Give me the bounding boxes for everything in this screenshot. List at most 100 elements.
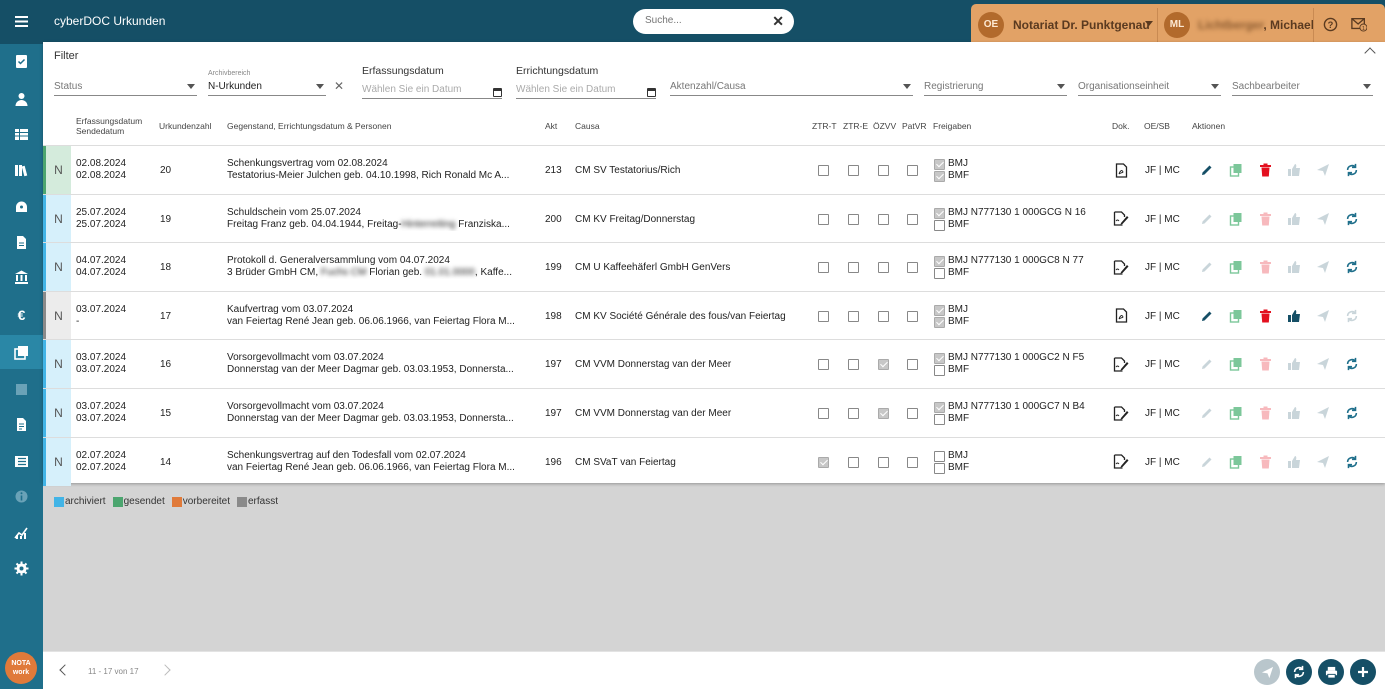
- edit-icon[interactable]: [1199, 162, 1215, 178]
- aktenzahl-filter[interactable]: Aktenzahl/Causa: [670, 76, 913, 96]
- library-icon[interactable]: [13, 162, 30, 179]
- print-button[interactable]: [1318, 659, 1344, 685]
- col-oesb[interactable]: OE/SB: [1144, 121, 1170, 131]
- pdf-document-icon[interactable]: [1113, 308, 1129, 324]
- ztrt-checkbox[interactable]: [818, 310, 829, 322]
- edit-icon[interactable]: [1199, 308, 1215, 324]
- user-name[interactable]: Lichtberger, Michael: [1198, 18, 1314, 32]
- col-erfassung[interactable]: Erfassungsdatum Sendedatum: [76, 116, 142, 136]
- signed-document-icon[interactable]: [1113, 405, 1129, 421]
- copy-icon[interactable]: [1228, 405, 1244, 421]
- bmj-checkbox[interactable]: [934, 353, 945, 365]
- ztre-checkbox[interactable]: [848, 310, 859, 322]
- bmf-checkbox[interactable]: [934, 171, 945, 182]
- bmj-checkbox[interactable]: [934, 256, 945, 268]
- clear-search-icon[interactable]: ✕: [772, 13, 784, 30]
- ztre-checkbox[interactable]: [848, 359, 859, 371]
- edit-icon[interactable]: [1199, 356, 1215, 372]
- send-icon[interactable]: [1315, 259, 1331, 275]
- calendar-icon[interactable]: [647, 88, 656, 97]
- clear-icon[interactable]: ✕: [334, 79, 344, 93]
- col-ztrt[interactable]: ZTR-T: [812, 121, 837, 131]
- collapse-filter-icon[interactable]: [1364, 47, 1376, 59]
- ztrt-checkbox[interactable]: [818, 213, 829, 225]
- organisationseinheit-filter[interactable]: Organisationseinheit: [1078, 76, 1221, 96]
- square-icon[interactable]: [13, 381, 30, 398]
- prev-page-icon[interactable]: [59, 664, 71, 676]
- archivbereich-filter[interactable]: Archivbereich N-Urkunden ✕: [208, 70, 344, 96]
- copy-icon[interactable]: [1228, 454, 1244, 470]
- patvr-checkbox[interactable]: [907, 310, 918, 322]
- signed-document-icon[interactable]: [1113, 259, 1129, 275]
- send-icon[interactable]: [1315, 211, 1331, 227]
- signed-document-icon[interactable]: [1113, 356, 1129, 372]
- patvr-checkbox[interactable]: [907, 165, 918, 176]
- bmf-checkbox[interactable]: [934, 414, 945, 425]
- copy-icon[interactable]: [1228, 356, 1244, 372]
- approve-icon[interactable]: [1286, 259, 1302, 275]
- list-icon[interactable]: [13, 453, 30, 470]
- erfassungsdatum-filter[interactable]: Erfassungsdatum Wählen Sie ein Datum: [362, 65, 502, 99]
- col-ztre[interactable]: ZTR-E: [843, 121, 868, 131]
- delete-icon[interactable]: [1257, 162, 1273, 178]
- ozvv-checkbox[interactable]: [878, 408, 889, 419]
- col-aktionen[interactable]: Aktionen: [1192, 121, 1225, 131]
- chevron-down-icon[interactable]: [1057, 84, 1065, 89]
- chevron-down-icon[interactable]: [903, 84, 911, 89]
- ozvv-checkbox[interactable]: [878, 310, 889, 322]
- ztre-checkbox[interactable]: [848, 165, 859, 176]
- bmj-checkbox[interactable]: [934, 207, 945, 219]
- approve-icon[interactable]: [1286, 356, 1302, 372]
- bmj-checkbox[interactable]: [934, 304, 945, 316]
- ozvv-checkbox[interactable]: [878, 165, 889, 176]
- analytics-icon[interactable]: [13, 524, 30, 541]
- search-input[interactable]: [645, 15, 765, 26]
- document-icon[interactable]: [13, 234, 30, 251]
- patvr-checkbox[interactable]: [907, 359, 918, 371]
- vault-icon[interactable]: [13, 198, 30, 215]
- registrierung-filter[interactable]: Registrierung: [924, 76, 1067, 96]
- ztre-checkbox[interactable]: [848, 213, 859, 225]
- col-urkundenzahl[interactable]: Urkundenzahl: [159, 121, 211, 131]
- ozvv-checkbox[interactable]: [878, 359, 889, 371]
- delete-icon[interactable]: [1257, 405, 1273, 421]
- documents-icon[interactable]: [13, 344, 30, 361]
- table-row[interactable]: N 02.08.2024 02.08.2024 20 Schenkungsvertrag…: [43, 145, 1385, 194]
- messages-icon[interactable]: 1: [1351, 16, 1367, 32]
- table-row[interactable]: N 04.07.2024 04.07.2024 18 Protokoll d. Gene…: [43, 242, 1385, 292]
- send-icon[interactable]: [1315, 308, 1331, 324]
- approve-icon[interactable]: [1286, 211, 1302, 227]
- send-all-button[interactable]: [1254, 659, 1280, 685]
- org-dropdown-icon[interactable]: [1145, 21, 1153, 26]
- ztre-checkbox[interactable]: [848, 262, 859, 274]
- signed-document-icon[interactable]: [1113, 211, 1129, 227]
- send-icon[interactable]: [1315, 356, 1331, 372]
- ztrt-checkbox[interactable]: [818, 262, 829, 274]
- col-patvr[interactable]: PatVR: [902, 121, 927, 131]
- sync-icon[interactable]: [1344, 356, 1360, 372]
- copy-icon[interactable]: [1228, 162, 1244, 178]
- send-icon[interactable]: [1315, 162, 1331, 178]
- refresh-button[interactable]: [1286, 659, 1312, 685]
- task-icon[interactable]: [13, 53, 30, 70]
- patvr-checkbox[interactable]: [907, 213, 918, 225]
- table-row[interactable]: N 02.07.2024 02.07.2024 14 Schenkungsvertrag…: [43, 436, 1385, 486]
- table-row[interactable]: N 25.07.2024 25.07.2024 19 Schuldschein vom …: [43, 193, 1385, 243]
- add-button[interactable]: [1350, 659, 1376, 685]
- bmj-checkbox[interactable]: [934, 450, 945, 462]
- approve-icon[interactable]: [1286, 454, 1302, 470]
- col-akt[interactable]: Akt: [545, 121, 557, 131]
- chevron-down-icon[interactable]: [1363, 84, 1371, 89]
- ztrt-checkbox[interactable]: [818, 165, 829, 176]
- next-page-icon[interactable]: [159, 664, 171, 676]
- col-dok[interactable]: Dok.: [1112, 121, 1129, 131]
- copy-icon[interactable]: [1228, 259, 1244, 275]
- ztrt-checkbox[interactable]: [818, 359, 829, 371]
- search-box[interactable]: ✕: [633, 9, 794, 34]
- bank-icon[interactable]: [13, 269, 30, 286]
- bmj-checkbox[interactable]: [934, 402, 945, 413]
- bmf-checkbox[interactable]: [934, 462, 945, 474]
- ozvv-checkbox[interactable]: [878, 213, 889, 225]
- delete-icon[interactable]: [1257, 211, 1273, 227]
- chevron-down-icon[interactable]: [187, 84, 195, 89]
